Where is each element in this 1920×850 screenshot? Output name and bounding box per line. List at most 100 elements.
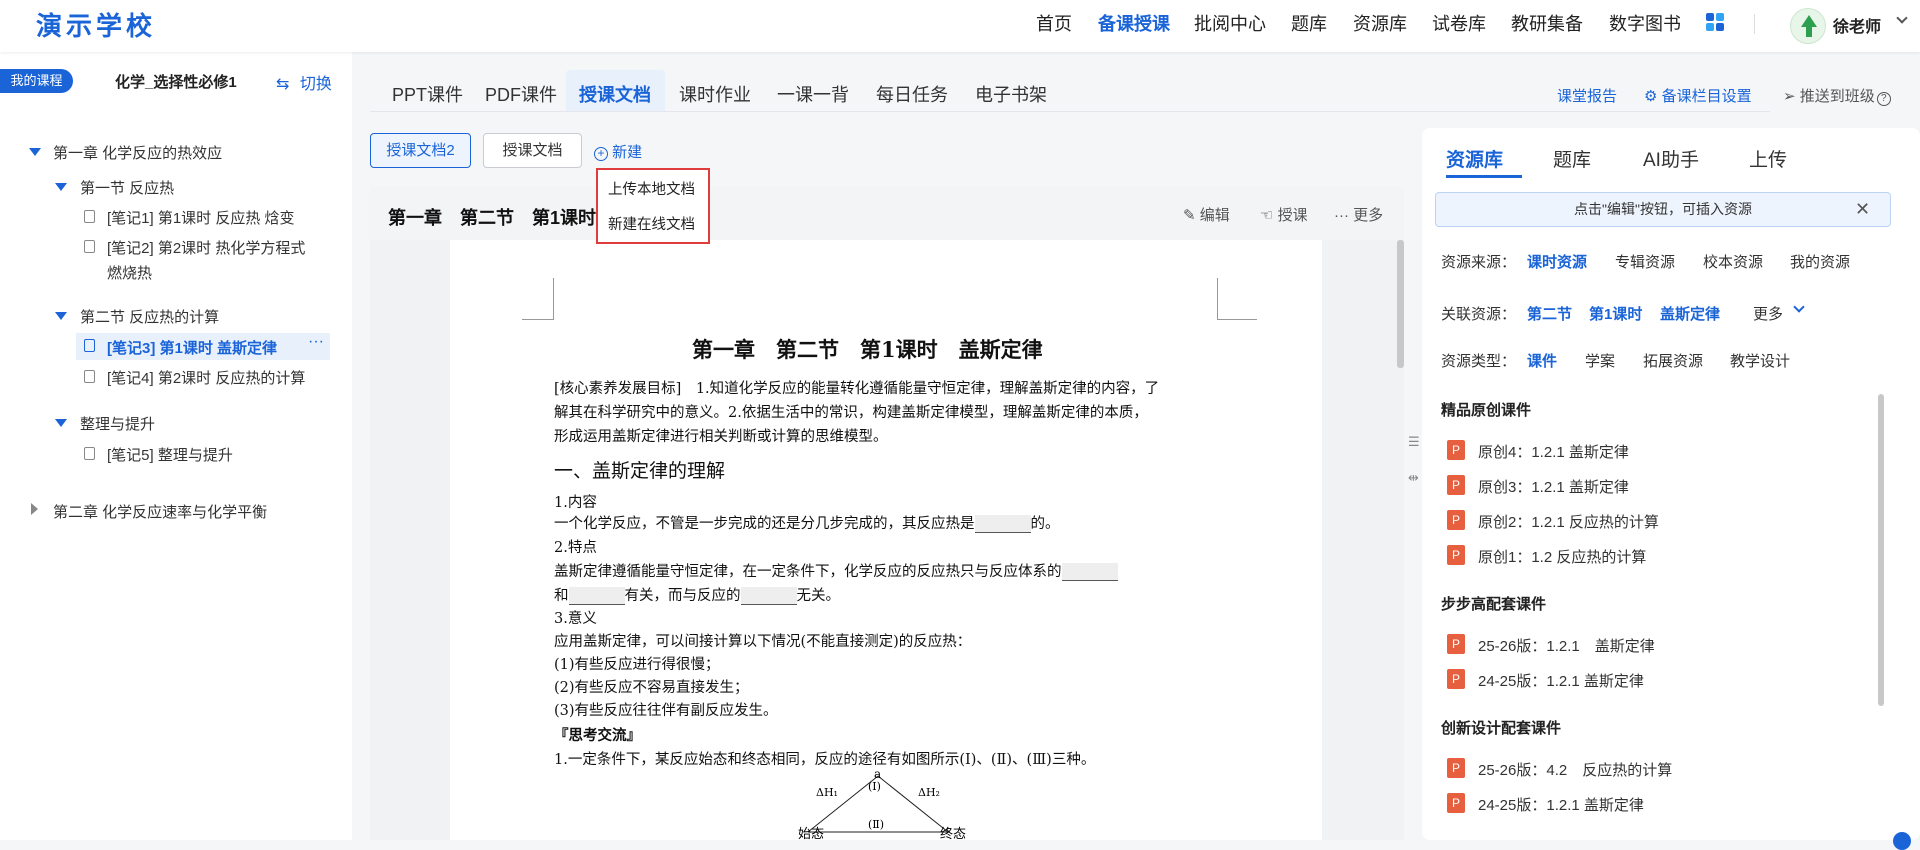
close-icon[interactable]: ✕ bbox=[1855, 199, 1870, 220]
teach-button[interactable]: ☜ 授课 bbox=[1260, 204, 1308, 225]
fill-blank[interactable] bbox=[740, 587, 797, 605]
tree-note-3[interactable]: [笔记3] 第1课时 盖斯定律 bbox=[107, 337, 277, 358]
caret-down-icon[interactable] bbox=[55, 183, 67, 191]
rtab-questions[interactable]: 题库 bbox=[1553, 145, 1591, 172]
tree-section-1[interactable]: 第一节 反应热 bbox=[80, 177, 174, 198]
tree-section-3[interactable]: 整理与提升 bbox=[80, 413, 155, 434]
caret-down-icon[interactable] bbox=[55, 312, 67, 320]
tree-note-4[interactable]: [笔记4] 第2课时 反应热的计算 bbox=[107, 367, 305, 388]
tree-note-2-cont[interactable]: 燃烧热 bbox=[107, 262, 152, 283]
doc-text: 一个化学反应，不管是一步完成的还是分几步完成的，其反应热是 的。 bbox=[554, 512, 1060, 533]
prep-settings-link[interactable]: ⚙ 备课栏目设置 bbox=[1644, 85, 1752, 106]
tree-chapter-2[interactable]: 第二章 化学反应速率与化学平衡 bbox=[53, 501, 267, 522]
doc-text: 解其在科学研究中的意义。2.依据生活中的常识，构建盖斯定律模型，理解盖斯定律的本… bbox=[554, 405, 1148, 421]
doc2-button[interactable]: 授课文档2 bbox=[370, 133, 471, 168]
more-button[interactable]: ··· 更多 bbox=[1334, 204, 1383, 225]
tab-teaching-doc[interactable]: 授课文档 bbox=[579, 81, 651, 107]
source-lesson[interactable]: 课时资源 bbox=[1527, 251, 1587, 272]
nav-paper-library[interactable]: 试卷库 bbox=[1432, 10, 1486, 36]
doc-button[interactable]: 授课文档 bbox=[483, 133, 582, 168]
school-logo[interactable]: 演示学校 bbox=[36, 6, 156, 43]
doc-think-heading: 『思考交流』 bbox=[554, 727, 641, 744]
rtab-upload[interactable]: 上传 bbox=[1749, 145, 1787, 172]
related-lesson[interactable]: 第1课时 bbox=[1589, 303, 1642, 324]
nav-digital-books[interactable]: 数字图书 bbox=[1609, 10, 1681, 36]
prep-settings-label: 备课栏目设置 bbox=[1661, 88, 1752, 105]
resource-item[interactable]: 原创3：1.2.1 盖斯定律 bbox=[1478, 476, 1629, 497]
chevron-down-icon[interactable] bbox=[1896, 12, 1908, 24]
avatar[interactable] bbox=[1790, 8, 1826, 44]
fill-blank[interactable] bbox=[1061, 563, 1118, 581]
switch-course-button[interactable]: ⇆ 切换 bbox=[276, 70, 332, 94]
nav-lesson-prep[interactable]: 备课授课 bbox=[1098, 10, 1170, 36]
related-section[interactable]: 第二节 bbox=[1527, 303, 1572, 324]
push-to-class-link[interactable]: ➢ 推送到班级? bbox=[1783, 85, 1891, 106]
caret-down-icon[interactable] bbox=[55, 419, 67, 427]
nav-home[interactable]: 首页 bbox=[1036, 10, 1072, 36]
source-mine[interactable]: 我的资源 bbox=[1790, 251, 1850, 272]
create-online-doc-item[interactable]: 新建在线文档 bbox=[608, 213, 695, 234]
source-album[interactable]: 专辑资源 bbox=[1615, 251, 1675, 272]
type-courseware[interactable]: 课件 bbox=[1527, 350, 1557, 371]
tab-pdf[interactable]: PDF课件 bbox=[485, 81, 557, 107]
resource-item[interactable]: 原创2：1.2.1 反应热的计算 bbox=[1478, 511, 1659, 532]
caret-right-icon[interactable] bbox=[31, 503, 38, 515]
type-design[interactable]: 教学设计 bbox=[1730, 350, 1790, 371]
tab-ebook-shelf[interactable]: 电子书架 bbox=[975, 81, 1047, 107]
doc-scrollbar[interactable] bbox=[1397, 240, 1404, 368]
tab-daily-task[interactable]: 每日任务 bbox=[876, 81, 948, 107]
nav-grading[interactable]: 批阅中心 bbox=[1194, 10, 1266, 36]
rtab-resources[interactable]: 资源库 bbox=[1446, 145, 1503, 172]
resource-item[interactable]: 25-26版：1.2.1 盖斯定律 bbox=[1478, 635, 1655, 656]
tab-recite[interactable]: 一课一背 bbox=[777, 81, 849, 107]
apps-grid-icon[interactable] bbox=[1706, 13, 1724, 31]
nav-resource-library[interactable]: 资源库 bbox=[1353, 10, 1407, 36]
doc-title: 第一章 第二节 第1课时 盖斯定律 bbox=[692, 337, 1043, 362]
nav-question-bank[interactable]: 题库 bbox=[1291, 10, 1327, 36]
resource-scrollbar[interactable] bbox=[1878, 394, 1884, 706]
class-report-link[interactable]: 课堂报告 bbox=[1557, 85, 1617, 106]
tree-note-1[interactable]: [笔记1] 第1课时 反应热 焓变 bbox=[107, 207, 295, 228]
tree-note-2[interactable]: [笔记2] 第2课时 热化学方程式 bbox=[107, 237, 305, 258]
corner-mark bbox=[522, 278, 554, 320]
help-icon[interactable]: ? bbox=[1876, 92, 1891, 106]
doc-text: 应用盖斯定律，可以间接计算以下情况(不能直接测定)的反应热： bbox=[554, 634, 972, 650]
tab-homework[interactable]: 课时作业 bbox=[679, 81, 751, 107]
tree-note-5[interactable]: [笔记5] 整理与提升 bbox=[107, 444, 233, 465]
new-button[interactable]: + 新建 bbox=[594, 141, 642, 162]
ppt-icon: P bbox=[1447, 634, 1465, 654]
resource-item[interactable]: 25-26版：4.2 反应热的计算 bbox=[1478, 759, 1672, 780]
tab-ppt[interactable]: PPT课件 bbox=[392, 81, 463, 107]
resource-item[interactable]: 24-25版：1.2.1 盖斯定律 bbox=[1478, 670, 1644, 691]
related-more[interactable]: 更多 bbox=[1753, 303, 1783, 324]
type-study-plan[interactable]: 学案 bbox=[1585, 350, 1615, 371]
edit-button[interactable]: ✎ 编辑 bbox=[1183, 204, 1230, 225]
user-name[interactable]: 徐老师 bbox=[1833, 13, 1881, 37]
course-name: 化学_选择性必修1 bbox=[115, 74, 237, 91]
my-course-badge[interactable]: 我的课程 bbox=[0, 69, 73, 93]
resource-item[interactable]: 24-25版：1.2.1 盖斯定律 bbox=[1478, 794, 1644, 815]
tree-chapter-1[interactable]: 第一章 化学反应的热效应 bbox=[53, 142, 222, 163]
related-topic[interactable]: 盖斯定律 bbox=[1660, 303, 1720, 324]
float-help-icon[interactable] bbox=[1893, 832, 1911, 850]
fig-route-2: (Ⅱ) bbox=[868, 818, 884, 831]
doc-text-part: 有关，而与反应的 bbox=[624, 588, 741, 604]
more-dots-icon[interactable]: ··· bbox=[308, 333, 324, 351]
resource-item[interactable]: 原创1：1.2 反应热的计算 bbox=[1478, 546, 1646, 567]
tree-section-2[interactable]: 第二节 反应热的计算 bbox=[80, 306, 219, 327]
resource-item[interactable]: 原创4：1.2.1 盖斯定律 bbox=[1478, 441, 1629, 462]
type-extension[interactable]: 拓展资源 bbox=[1643, 350, 1703, 371]
fill-blank[interactable] bbox=[974, 515, 1031, 533]
align-icon[interactable]: ☰ bbox=[1408, 434, 1420, 450]
rtab-ai[interactable]: AI助手 bbox=[1643, 145, 1699, 172]
upload-local-doc-item[interactable]: 上传本地文档 bbox=[608, 178, 695, 199]
fill-blank[interactable] bbox=[568, 587, 625, 605]
caret-down-icon[interactable] bbox=[29, 148, 41, 156]
split-icon[interactable]: ⇹ bbox=[1408, 470, 1419, 486]
source-school[interactable]: 校本资源 bbox=[1703, 251, 1763, 272]
tab-divider bbox=[370, 111, 1770, 112]
fig-start: 始态 bbox=[798, 827, 824, 840]
nav-research[interactable]: 教研集备 bbox=[1511, 10, 1583, 36]
doc-text-part: 盖斯定律遵循能量守恒定律，在一定条件下，化学反应的反应热只与反应体系的 bbox=[554, 564, 1062, 580]
gear-icon: ⚙ bbox=[1644, 88, 1658, 105]
